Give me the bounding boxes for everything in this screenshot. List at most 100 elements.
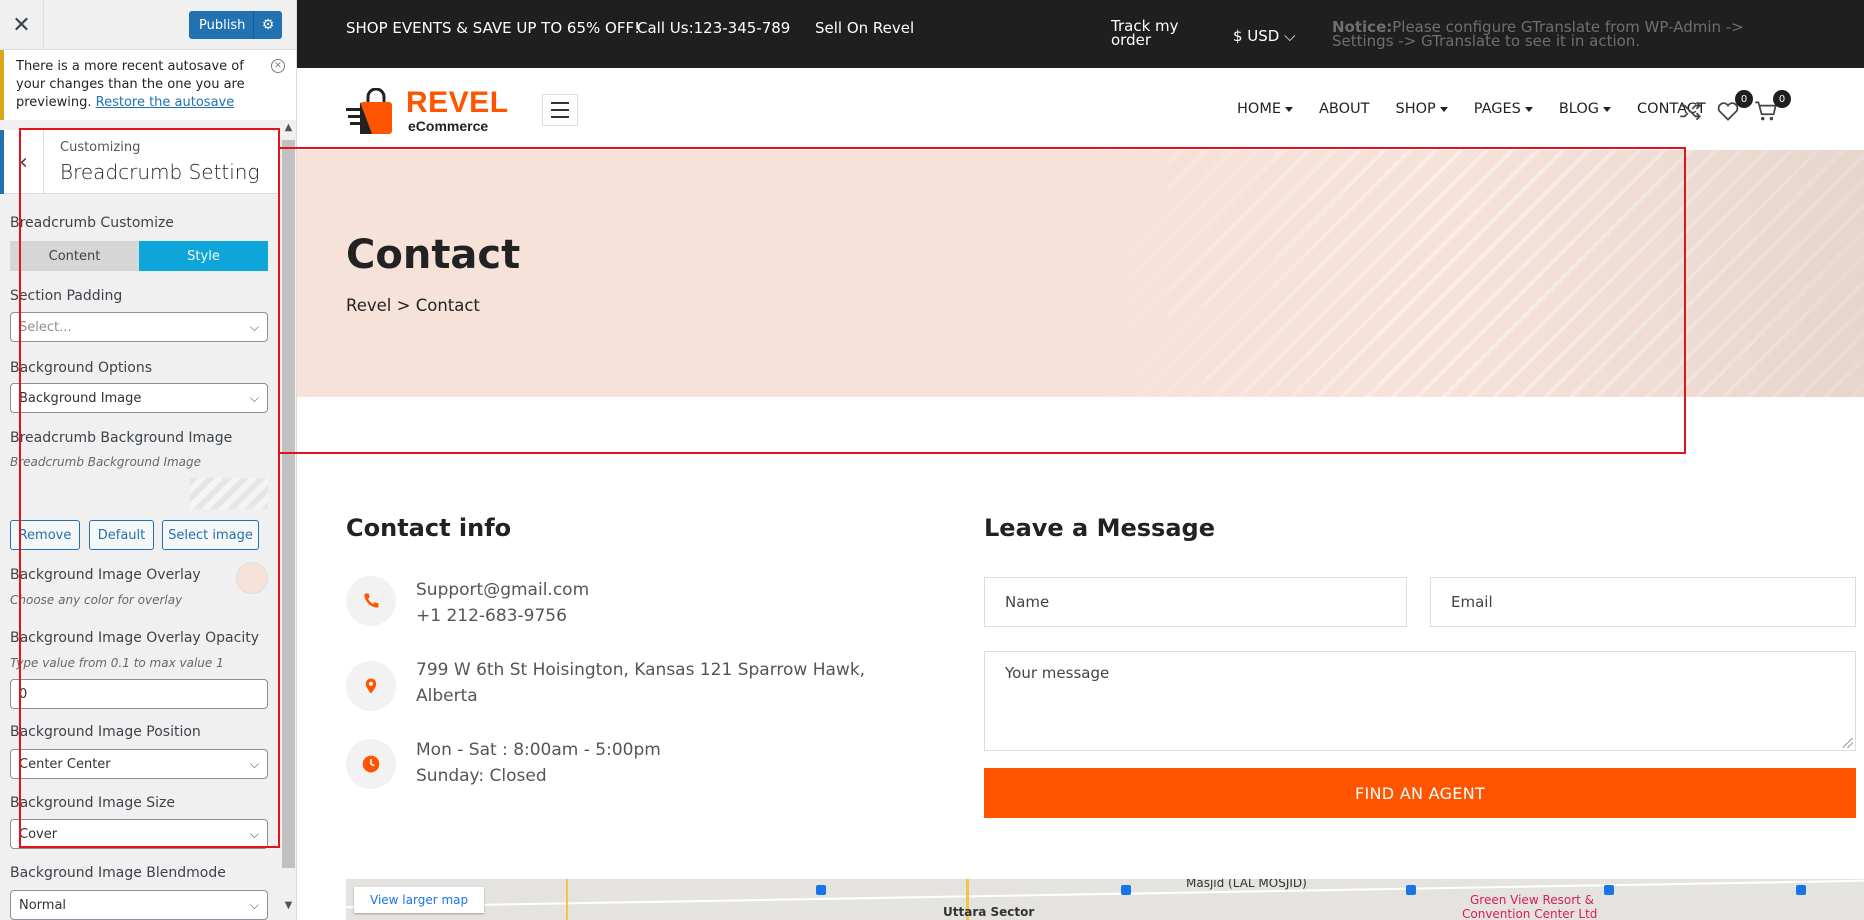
- view-larger-map-link[interactable]: View larger map: [354, 887, 485, 913]
- tab-content[interactable]: Content: [10, 241, 139, 271]
- call-us-text: Call Us:123-345-789: [637, 19, 791, 37]
- remove-button[interactable]: Remove: [10, 520, 80, 550]
- padding-select[interactable]: Select... ⌵: [10, 312, 268, 342]
- google-map[interactable]: View larger map Uttara Sector Masjid (LA…: [346, 879, 1864, 920]
- restore-autosave-link[interactable]: Restore the autosave: [96, 95, 235, 110]
- gtranslate-notice: Notice:Please configure GTranslate from …: [1332, 18, 1762, 50]
- leave-message-title: Leave a Message: [984, 514, 1215, 542]
- contact-phone-row: Support@gmail.com +1 212-683-9756: [346, 576, 866, 628]
- chevron-down-icon: ⌵: [1284, 27, 1296, 45]
- gear-icon[interactable]: ⚙: [253, 11, 282, 39]
- main-nav: HOME ABOUT SHOP PAGES BLOG CONTACT: [1237, 101, 1732, 117]
- notice-text: Please configure GTranslate from WP-Admi…: [1332, 18, 1744, 50]
- overlay-desc: Choose any color for overlay: [10, 593, 183, 607]
- map-marker-icon: [1406, 885, 1416, 895]
- tab-style[interactable]: Style: [139, 241, 268, 271]
- bg-options-select[interactable]: Background Image ⌵: [10, 383, 268, 413]
- chevron-down-icon: ⌵: [249, 897, 259, 912]
- message-placeholder: Your message: [1005, 664, 1110, 682]
- size-label: Background Image Size: [10, 795, 176, 811]
- scrollbar-thumb[interactable]: [282, 140, 295, 868]
- breadcrumb-home[interactable]: Revel: [346, 296, 391, 315]
- nav-about[interactable]: ABOUT: [1319, 101, 1370, 117]
- shuffle-compare-icon[interactable]: [1677, 98, 1703, 124]
- contact-hours-2: Sunday: Closed: [416, 766, 547, 786]
- position-label: Background Image Position: [10, 724, 201, 740]
- currency-select[interactable]: $ USD ⌵: [1233, 27, 1296, 45]
- site-header: REVEL eCommerce HOME ABOUT SHOP PAGES BL…: [297, 68, 1864, 150]
- dismiss-notice-icon[interactable]: ✕: [271, 59, 285, 73]
- customize-label: Breadcrumb Customize: [10, 215, 174, 231]
- map-label-convention: Convention Center Ltd: [1462, 907, 1598, 920]
- map-label-masjid: Masjid (LAL MOSJID): [1186, 879, 1307, 890]
- scroll-down-icon[interactable]: ▼: [282, 900, 295, 914]
- map-label-uttara: Uttara Sector: [943, 905, 1035, 919]
- site-logo[interactable]: REVEL eCommerce: [346, 82, 508, 138]
- scroll-up-icon[interactable]: ▲: [282, 122, 295, 136]
- tab-switcher: Content Style: [10, 241, 268, 271]
- email-field[interactable]: Email: [1430, 577, 1856, 627]
- contact-hours-row: Mon - Sat : 8:00am - 5:00pm Sunday: Clos…: [346, 737, 866, 789]
- contact-email[interactable]: Support@gmail.com: [416, 580, 589, 600]
- sell-on-revel-link[interactable]: Sell On Revel: [815, 19, 914, 37]
- customizer-sidebar: ✕ Publish ⚙ There is a more recent autos…: [0, 0, 297, 920]
- blend-label: Background Image Blendmode: [10, 865, 226, 881]
- hamburger-menu-icon[interactable]: [542, 94, 578, 126]
- position-value: Center Center: [19, 756, 111, 772]
- contact-address-row: 799 W 6th St Hoisington, Kansas 121 Spar…: [346, 657, 866, 711]
- name-field[interactable]: Name: [984, 577, 1407, 627]
- hero-fade: [1457, 150, 1864, 397]
- site-preview: SHOP EVENTS & SAVE UP TO 65% OFF! Call U…: [297, 0, 1864, 920]
- contact-phone[interactable]: +1 212-683-9756: [416, 606, 567, 626]
- overlay-color-swatch[interactable]: [236, 562, 268, 594]
- logo-sub: eCommerce: [408, 118, 489, 134]
- find-agent-button[interactable]: FIND AN AGENT: [984, 768, 1856, 818]
- publish-label: Publish: [199, 17, 246, 33]
- blend-value: Normal: [19, 897, 67, 913]
- message-textarea[interactable]: Your message: [984, 651, 1856, 751]
- size-select[interactable]: Cover ⌵: [10, 819, 268, 849]
- customizer-topbar: ✕ Publish ⚙: [0, 0, 296, 50]
- position-select[interactable]: Center Center ⌵: [10, 749, 268, 779]
- map-marker-icon: [1121, 885, 1131, 895]
- size-value: Cover: [19, 826, 58, 842]
- breadcrumb-section: Contact Revel > Contact: [297, 150, 1864, 397]
- clock-icon: [346, 739, 396, 789]
- section-kicker: Customizing: [60, 140, 141, 155]
- publish-button[interactable]: Publish ⚙: [189, 11, 282, 39]
- close-icon[interactable]: ✕: [0, 0, 44, 50]
- opacity-label: Background Image Overlay Opacity: [10, 630, 259, 646]
- bg-image-label: Breadcrumb Background Image: [10, 430, 233, 446]
- sidebar-scrollbar[interactable]: ▲ ▼: [280, 120, 296, 920]
- phone-icon: [346, 576, 396, 626]
- track-order-link[interactable]: Track my order: [1111, 19, 1191, 48]
- default-button[interactable]: Default: [89, 520, 154, 550]
- wishlist-count-badge: 0: [1735, 90, 1753, 108]
- nav-pages[interactable]: PAGES: [1474, 101, 1533, 117]
- map-marker-icon: [1796, 885, 1806, 895]
- nav-shop[interactable]: SHOP: [1396, 101, 1448, 117]
- currency-value: $ USD: [1233, 27, 1280, 45]
- section-title: Breadcrumb Setting: [60, 160, 260, 184]
- resize-handle-icon[interactable]: [1843, 738, 1853, 748]
- opacity-input[interactable]: 0: [10, 679, 268, 709]
- map-marker-icon: [1604, 885, 1614, 895]
- autosave-notice: There is a more recent autosave of your …: [0, 50, 296, 120]
- section-header: ‹ Customizing Breadcrumb Setting: [0, 130, 280, 194]
- back-arrow-icon[interactable]: ‹: [0, 130, 44, 194]
- contact-hours-1: Mon - Sat : 8:00am - 5:00pm: [416, 740, 661, 760]
- chevron-down-icon: ⌵: [249, 756, 259, 771]
- cart-count-badge: 0: [1773, 90, 1791, 108]
- chevron-down-icon: ⌵: [249, 390, 259, 405]
- bg-options-value: Background Image: [19, 390, 142, 406]
- breadcrumb-separator: >: [396, 296, 411, 315]
- select-image-button[interactable]: Select image: [162, 520, 259, 550]
- padding-select-value: Select...: [19, 319, 72, 335]
- header-icons: 0 0: [1677, 90, 1857, 128]
- chevron-down-icon: ⌵: [249, 319, 259, 334]
- map-marker-icon: [816, 885, 826, 895]
- page-title: Contact: [346, 232, 521, 278]
- nav-blog[interactable]: BLOG: [1559, 101, 1611, 117]
- nav-home[interactable]: HOME: [1237, 101, 1293, 117]
- blend-select[interactable]: Normal ⌵: [10, 890, 268, 920]
